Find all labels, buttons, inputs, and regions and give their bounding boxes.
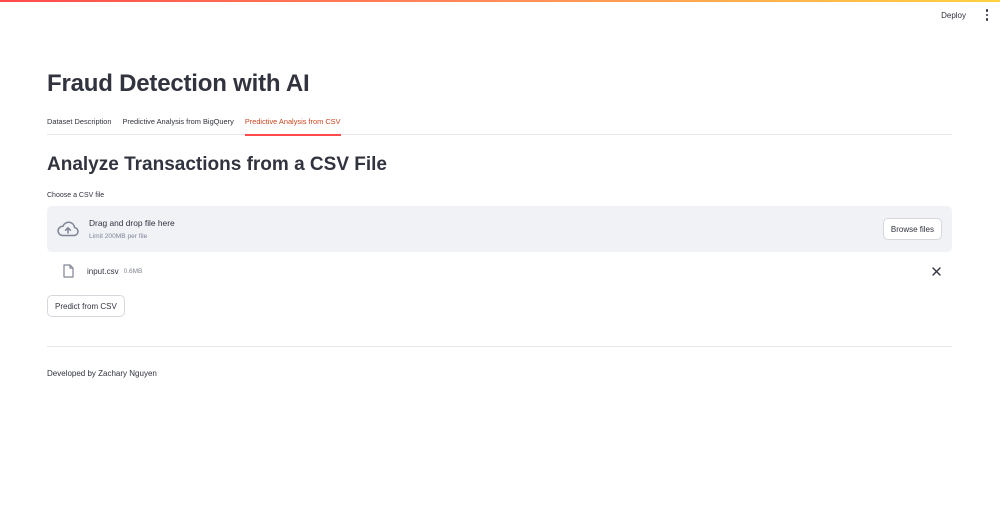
predict-from-csv-button[interactable]: Predict from CSV: [47, 295, 125, 317]
top-accent-bar: [0, 0, 1000, 2]
cloud-upload-icon: [56, 217, 80, 241]
tab-predictive-analysis-csv[interactable]: Predictive Analysis from CSV: [244, 114, 341, 136]
file-uploader-label: Choose a CSV file: [47, 192, 105, 199]
browse-files-button[interactable]: Browse files: [882, 218, 942, 240]
page-title: Fraud Detection with AI: [47, 70, 310, 97]
footer-divider: [47, 346, 952, 347]
app-header-actions: Deploy: [939, 6, 992, 24]
kebab-menu-icon[interactable]: [982, 7, 992, 23]
tab-dataset-description[interactable]: Dataset Description: [47, 114, 112, 135]
section-title: Analyze Transactions from a CSV File: [47, 154, 387, 175]
deploy-button[interactable]: Deploy: [939, 9, 968, 22]
tab-bar: Dataset Description Predictive Analysis …: [47, 114, 952, 136]
footer-credit: Developed by Zachary Nguyen: [47, 369, 157, 378]
uploaded-file-name: input.csv: [87, 266, 119, 276]
file-size-limit: Limit 200MB per file: [89, 233, 148, 240]
file-dropzone[interactable]: Drag and drop file here Limit 200MB per …: [47, 206, 952, 252]
dropzone-instructions: Drag and drop file here: [89, 218, 175, 228]
tab-predictive-analysis-bigquery[interactable]: Predictive Analysis from BigQuery: [123, 114, 234, 135]
file-icon: [62, 264, 74, 279]
uploaded-file-size: 0.6MB: [123, 267, 143, 275]
uploaded-file-item: input.csv 0.6MB: [47, 262, 952, 280]
close-icon[interactable]: [930, 265, 942, 277]
